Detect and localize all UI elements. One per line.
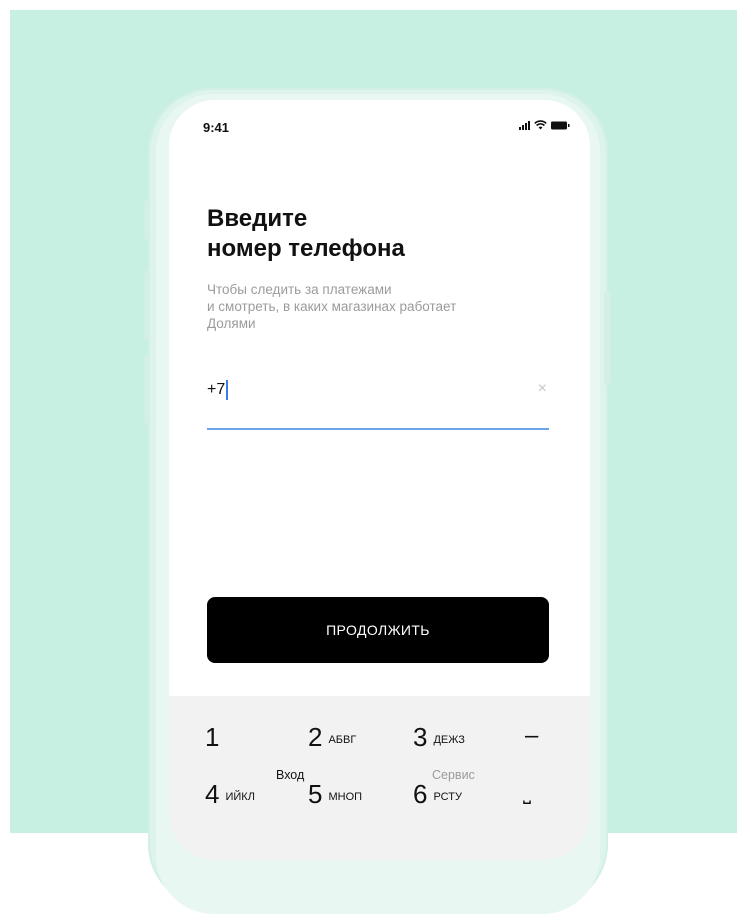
key-5-letters: МНОП [328,791,363,803]
text-caret [226,380,229,400]
key-5-number: 5 [308,779,323,809]
key-1[interactable]: 1 [205,724,219,750]
phone-screen: 9:41 Введите номер телефона Чтобы следит… [169,100,590,860]
status-icons [519,120,570,130]
page-subtitle: Чтобы следить за платежами и смотреть, в… [207,281,547,332]
key-4[interactable]: 4 ИЙКЛ [205,781,255,807]
phone-number-input[interactable]: +7 × [207,376,549,430]
key-2-letters: АБВГ [328,734,357,746]
page-title-line-2: номер телефона [207,235,405,262]
phone-side-button [144,200,150,240]
minus-key-label: – [525,722,539,749]
key-6-letters: РСТУ [433,791,462,803]
phone-power-button [604,290,610,385]
space-icon: ⎵ [523,782,531,804]
key-1-number: 1 [205,722,220,752]
key-3-letters: ДЕЖЗ [433,734,465,746]
input-underline [207,428,549,430]
page-title: Введите номер телефона [207,204,547,264]
page-title-line-1: Введите [207,205,308,232]
phone-number-value: +7 [207,381,226,398]
clear-icon[interactable]: × [538,380,547,398]
page-subtitle-line-2: и смотреть, в каких магазинах работает [207,299,457,314]
key-2-number: 2 [308,722,323,752]
key-2[interactable]: 2 АБВГ [308,724,356,750]
key-4-number: 4 [205,779,220,809]
key-5[interactable]: 5 МНОП [308,781,362,807]
page-subtitle-line-1: Чтобы следить за платежами [207,282,392,297]
phone-volume-up-button [144,270,150,340]
key-3[interactable]: 3 ДЕЖЗ [413,724,465,750]
key-6-number: 6 [413,779,428,809]
key-3-number: 3 [413,722,428,752]
page-subtitle-line-3: Долями [207,316,256,331]
key-space[interactable]: ⎵ [523,780,531,806]
key-6[interactable]: 6 РСТУ [413,781,462,807]
login-label: Вход [276,768,305,782]
continue-button[interactable]: ПРОДОЛЖИТЬ [207,597,549,663]
phone-volume-down-button [144,355,150,425]
battery-icon [551,121,570,129]
service-label: Сервис [432,768,475,782]
key-4-letters: ИЙКЛ [225,791,255,803]
key-minus[interactable]: – [525,723,538,749]
wifi-icon [534,120,547,130]
numeric-keypad: 1 2 АБВГ 3 ДЕЖЗ – 4 ИЙКЛ 5 МНОП 6 РСТУ ⎵… [169,696,590,860]
status-time: 9:41 [203,120,230,135]
signal-icon [519,120,530,130]
